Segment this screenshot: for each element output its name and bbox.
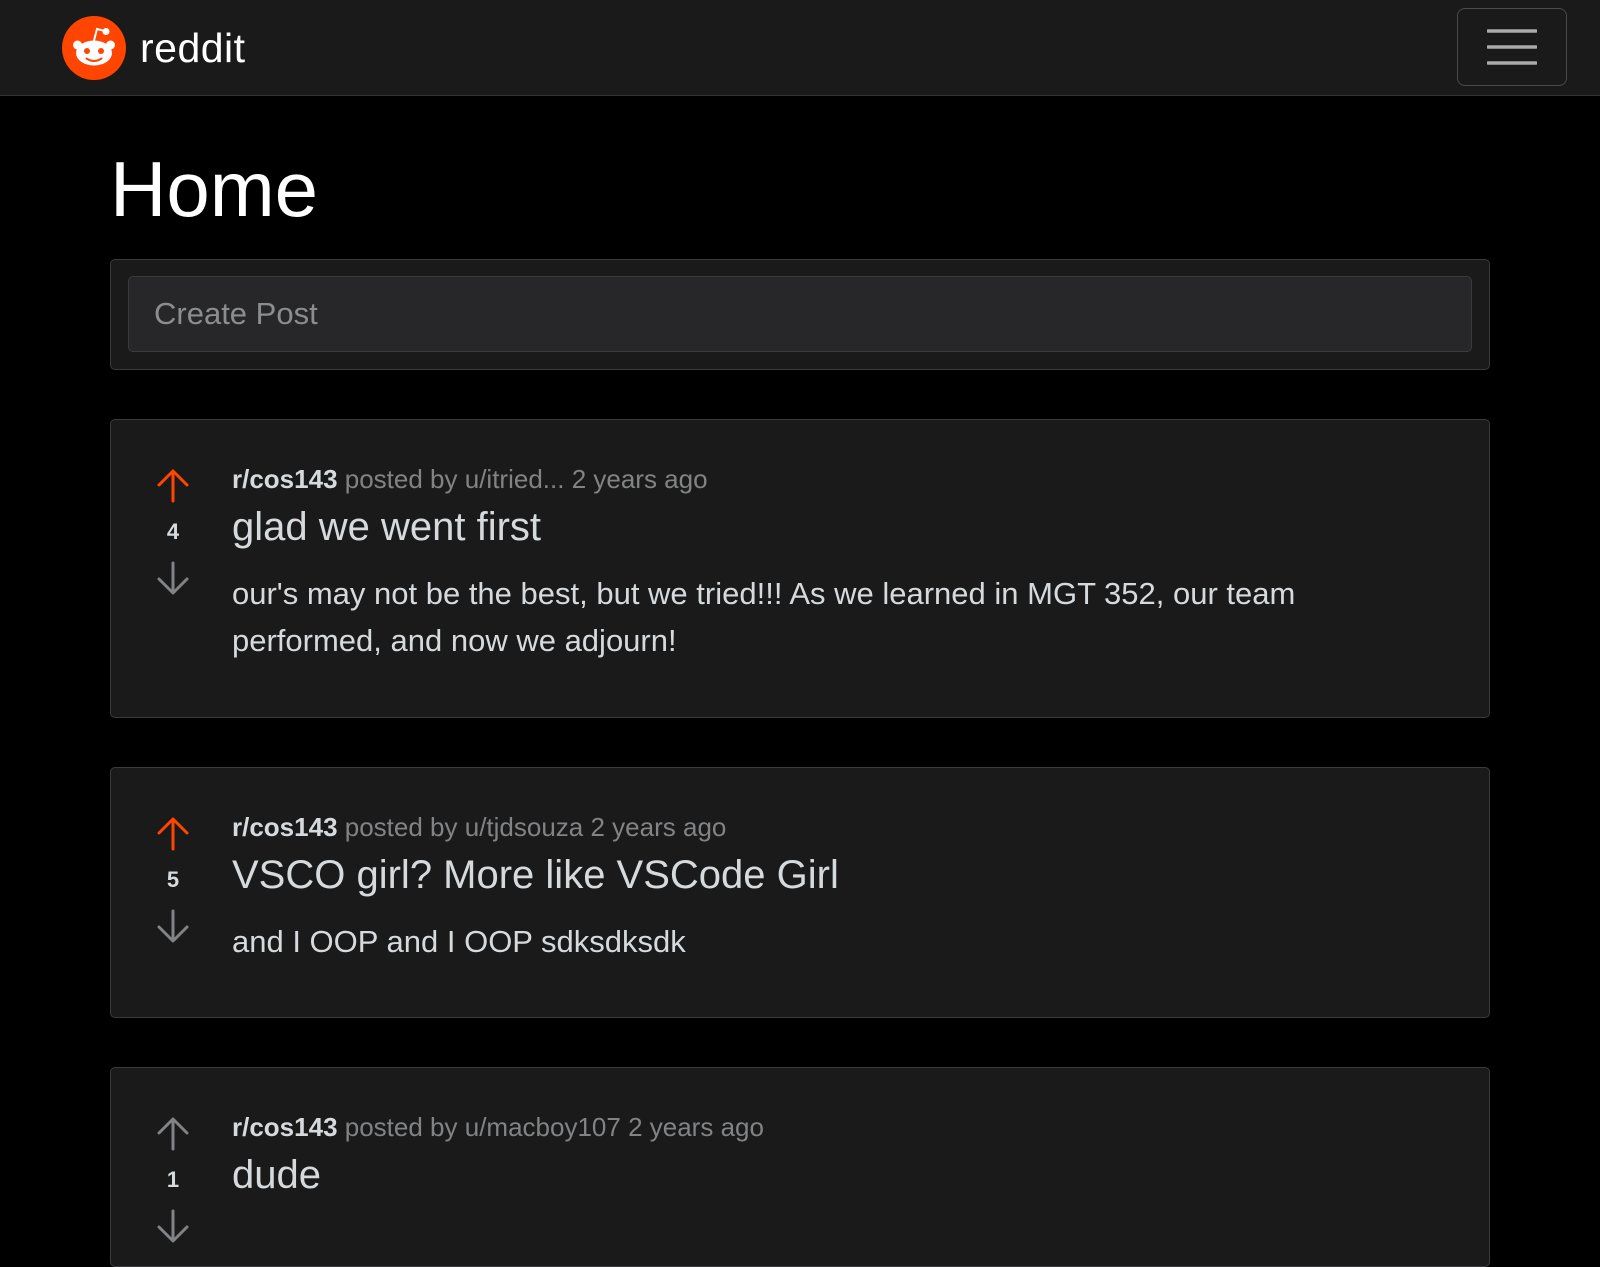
post-title[interactable]: glad we went first bbox=[232, 502, 1432, 552]
page-title: Home bbox=[110, 145, 319, 233]
post-time: 2 years ago bbox=[571, 464, 708, 494]
post-content: r/cos143 posted by u/macboy107 2 years a… bbox=[232, 1110, 1432, 1200]
subreddit-link[interactable]: r/cos143 bbox=[232, 812, 338, 842]
downvote-button[interactable] bbox=[151, 1204, 195, 1248]
arrow-up-icon bbox=[157, 469, 189, 503]
reddit-alien-icon bbox=[62, 16, 126, 80]
subreddit-link[interactable]: r/cos143 bbox=[232, 464, 338, 494]
upvote-button[interactable] bbox=[151, 464, 195, 508]
subreddit-link[interactable]: r/cos143 bbox=[232, 1112, 338, 1142]
post-meta: r/cos143 posted by u/itried... 2 years a… bbox=[232, 462, 1432, 496]
vote-controls: 4 bbox=[151, 464, 195, 600]
post-text: our's may not be the best, but we tried!… bbox=[232, 576, 1296, 658]
upvote-button[interactable] bbox=[151, 1112, 195, 1156]
create-post-card bbox=[110, 259, 1490, 370]
post-title[interactable]: VSCO girl? More like VSCode Girl bbox=[232, 850, 1432, 900]
arrow-up-icon bbox=[157, 1117, 189, 1151]
vote-score: 5 bbox=[166, 867, 180, 892]
post-text: and I OOP and I OOP sdksdksdk bbox=[232, 924, 686, 959]
menu-toggle-button[interactable] bbox=[1457, 8, 1567, 86]
create-post-input[interactable] bbox=[128, 276, 1472, 352]
arrow-down-icon bbox=[157, 1209, 189, 1243]
post-content: r/cos143 posted by u/tjdsouza 2 years ag… bbox=[232, 810, 1432, 965]
post-content: r/cos143 posted by u/itried... 2 years a… bbox=[232, 462, 1432, 664]
brand-wordmark: reddit bbox=[140, 24, 246, 71]
arrow-down-icon bbox=[157, 561, 189, 595]
hamburger-menu-icon bbox=[1487, 29, 1537, 65]
downvote-button[interactable] bbox=[151, 556, 195, 600]
post-card[interactable]: 4 r/cos143 posted by u/itried... 2 years… bbox=[110, 419, 1490, 718]
vote-score: 4 bbox=[166, 519, 180, 544]
arrow-down-icon bbox=[157, 909, 189, 943]
post-time: 2 years ago bbox=[628, 1112, 764, 1142]
downvote-button[interactable] bbox=[151, 904, 195, 948]
post-time: 2 years ago bbox=[590, 812, 727, 842]
reddit-logo-link[interactable]: reddit bbox=[62, 16, 246, 80]
post-author[interactable]: posted by u/macboy107 bbox=[345, 1112, 621, 1142]
vote-controls: 5 bbox=[151, 812, 195, 948]
arrow-up-icon bbox=[157, 817, 189, 851]
post-card[interactable]: 5 r/cos143 posted by u/tjdsouza 2 years … bbox=[110, 767, 1490, 1018]
post-card[interactable]: 1 r/cos143 posted by u/macboy107 2 years… bbox=[110, 1067, 1490, 1267]
post-author[interactable]: posted by u/itried... bbox=[345, 464, 565, 494]
post-title[interactable]: dude bbox=[232, 1150, 1432, 1200]
post-meta: r/cos143 posted by u/tjdsouza 2 years ag… bbox=[232, 810, 1432, 844]
top-navbar: reddit bbox=[0, 0, 1600, 96]
post-meta: r/cos143 posted by u/macboy107 2 years a… bbox=[232, 1110, 1432, 1144]
vote-controls: 1 bbox=[151, 1112, 195, 1248]
vote-score: 1 bbox=[166, 1167, 180, 1192]
upvote-button[interactable] bbox=[151, 812, 195, 856]
post-author[interactable]: posted by u/tjdsouza bbox=[345, 812, 584, 842]
